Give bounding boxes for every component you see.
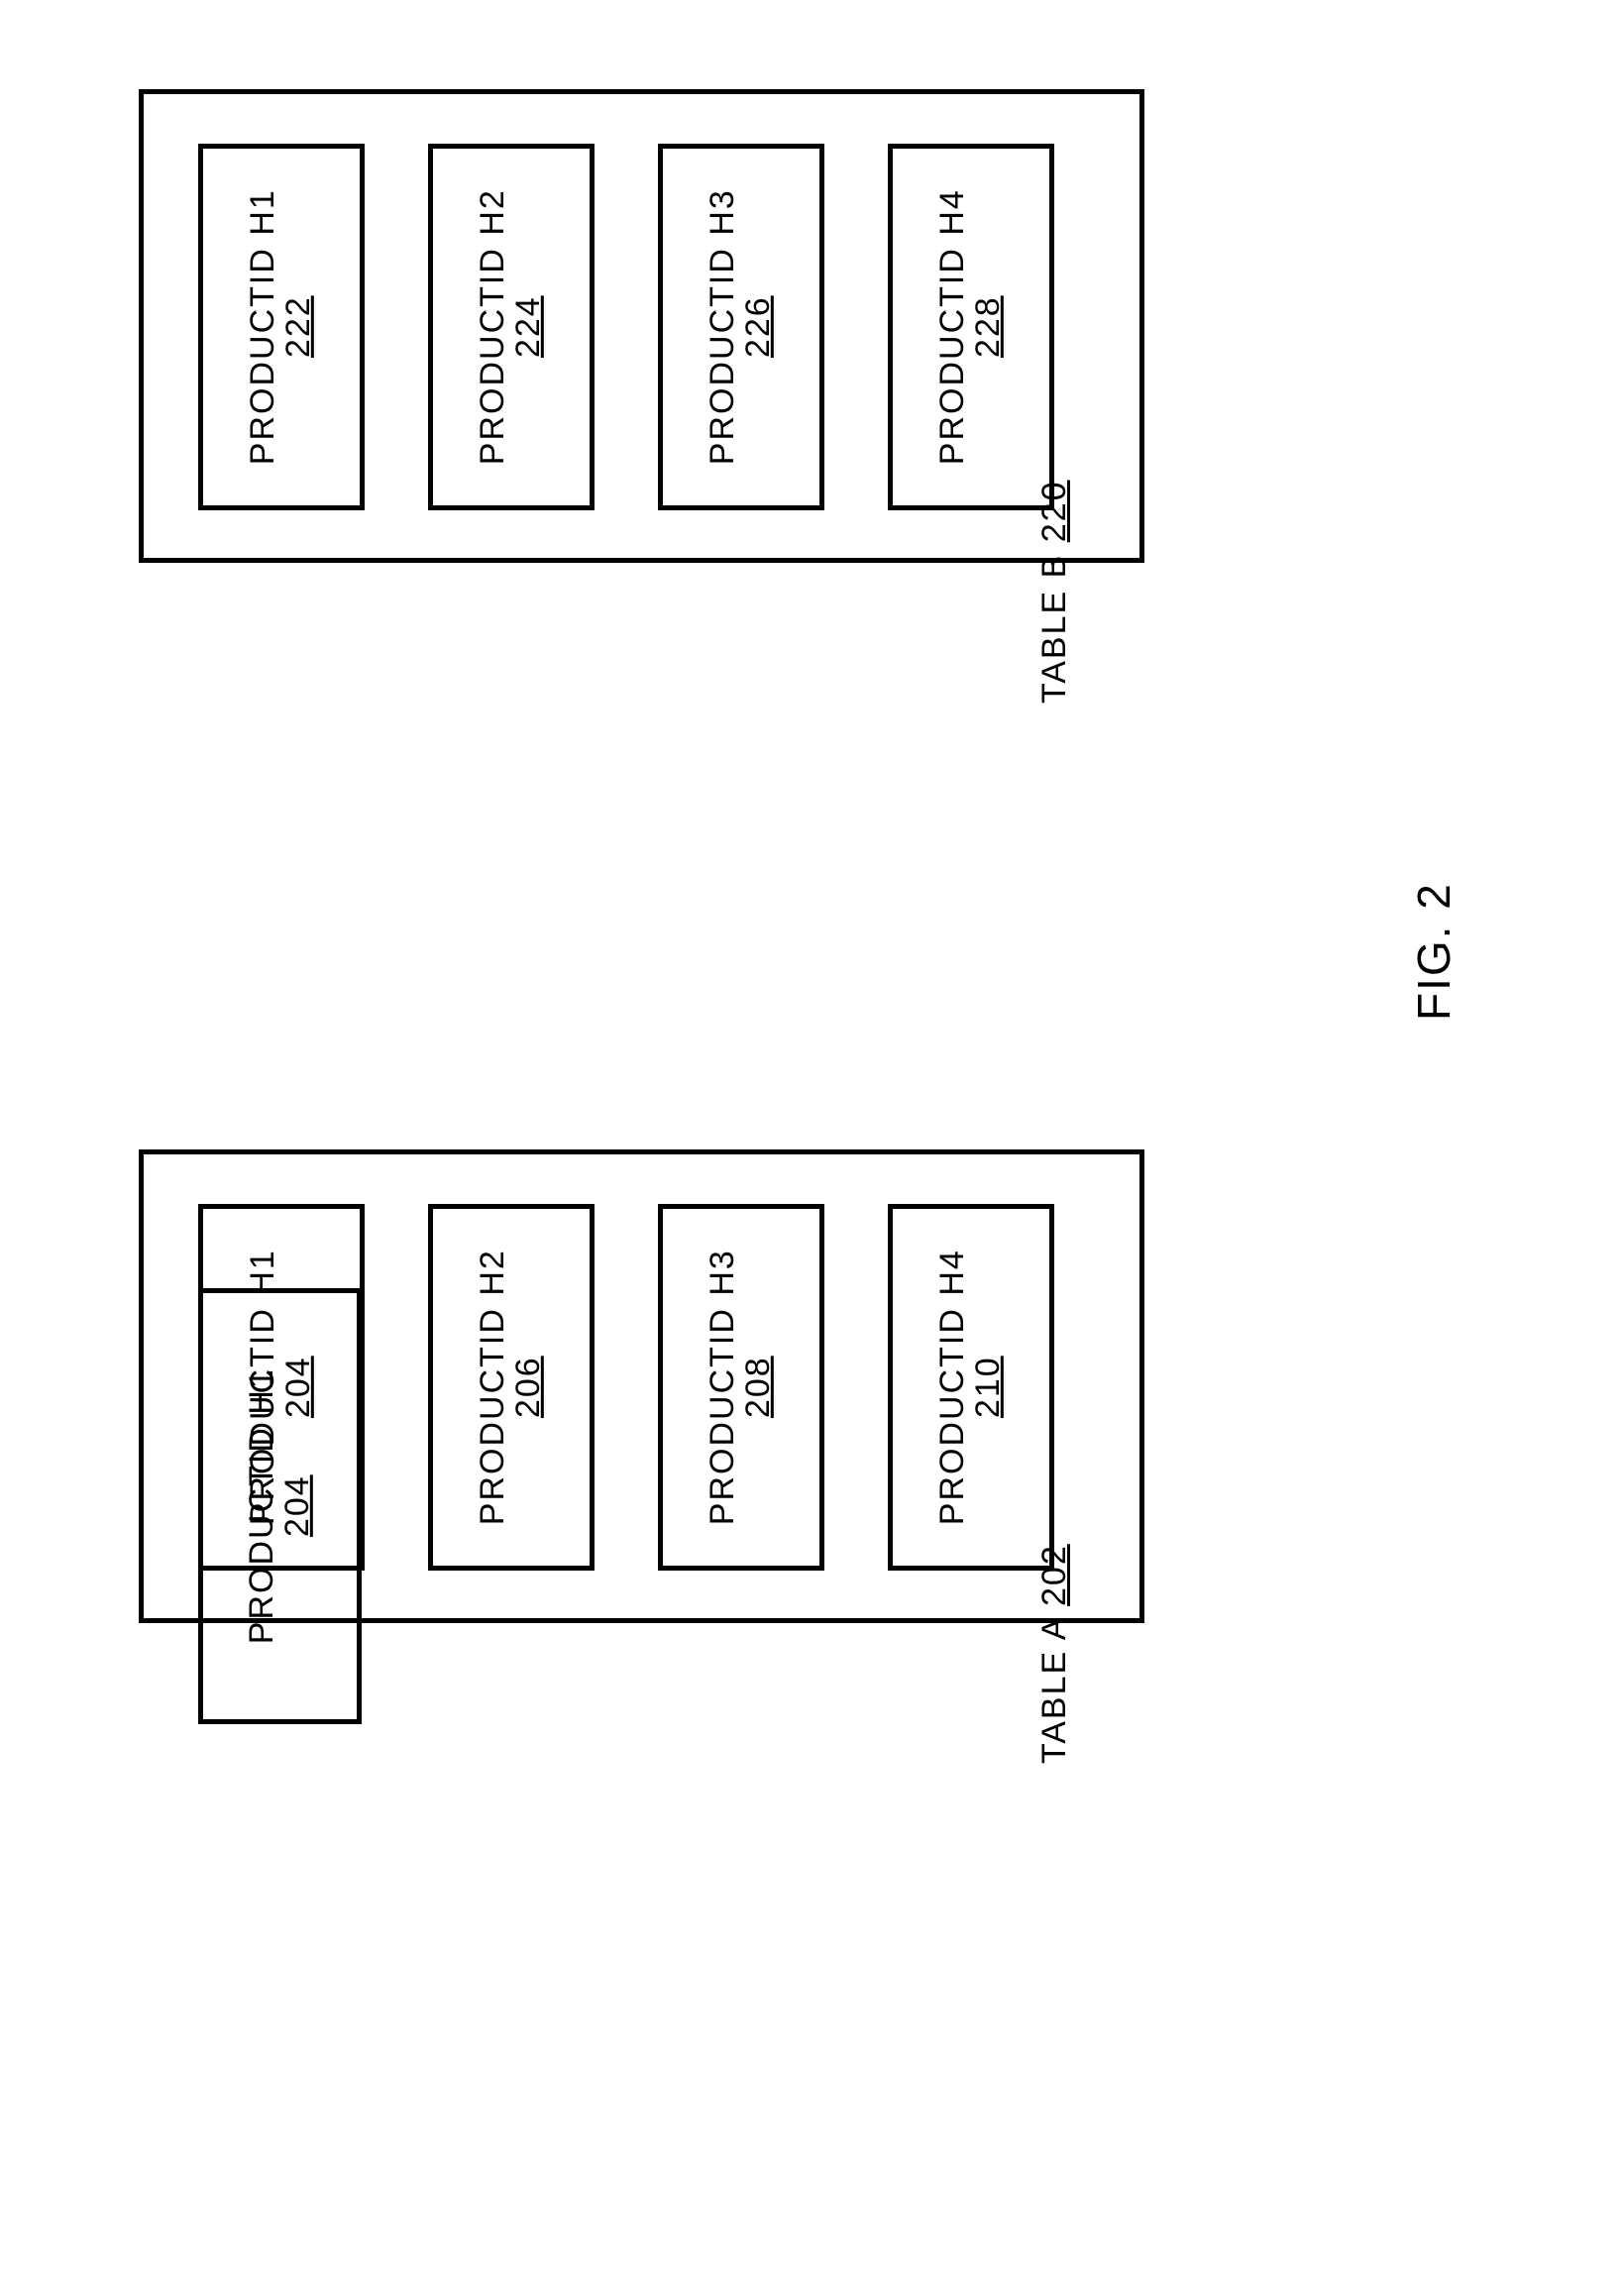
- table-a-h4: PRODUCTID H4210: [888, 1204, 1054, 1571]
- table-b-h3-text: PRODUCTID H3226: [705, 188, 776, 465]
- table-a-h3-text: PRODUCTID H3208: [705, 1249, 776, 1525]
- table-b-h1: PRODUCTID H1222: [198, 144, 365, 510]
- table-a-h1-text: PRODUCTID H1204: [246, 1249, 316, 1525]
- table-a-h3: PRODUCTID H3208: [658, 1204, 824, 1571]
- table-a-h2-text: PRODUCTID H2206: [476, 1249, 546, 1525]
- table-a-h2: PRODUCTID H2206: [428, 1204, 595, 1571]
- table-b-h1-text: PRODUCTID H1222: [246, 188, 316, 465]
- table-b-h4: PRODUCTID H4228: [888, 144, 1054, 510]
- table-a-h1: PRODUCTID H1204: [198, 1204, 365, 1571]
- table-b-h4-text: PRODUCTID H4228: [935, 188, 1006, 465]
- table-b-h2-text: PRODUCTID H2224: [476, 188, 546, 465]
- table-b-h2: PRODUCTID H2224: [428, 144, 595, 510]
- table-a-h4-text: PRODUCTID H4210: [935, 1249, 1006, 1525]
- table-b-h3: PRODUCTID H3226: [658, 144, 824, 510]
- table-a-caption: TABLE A 202: [1035, 1544, 1074, 1764]
- table-b-caption: TABLE B 220: [1035, 481, 1074, 705]
- figure-label: FIG. 2: [1407, 882, 1461, 1021]
